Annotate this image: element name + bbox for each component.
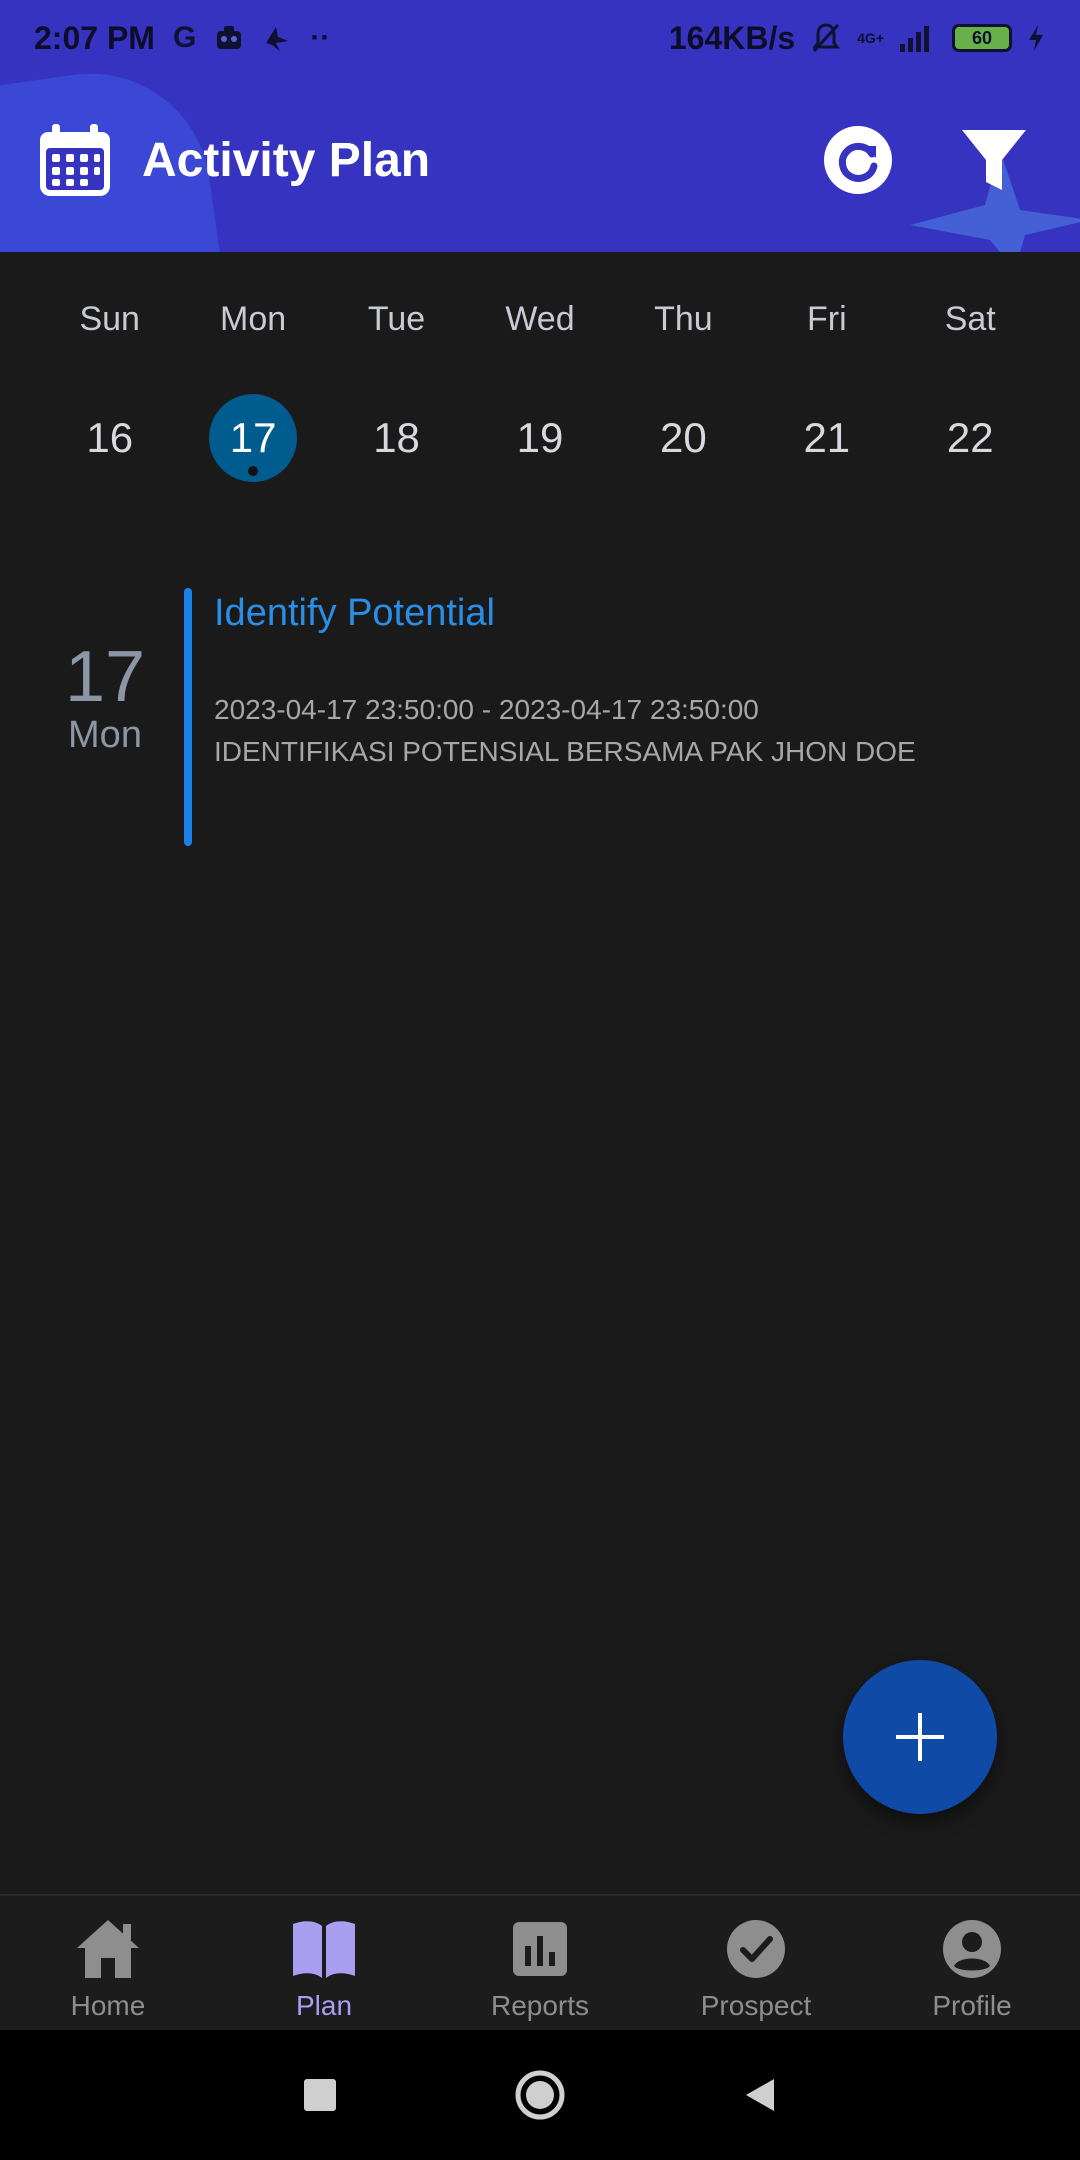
charging-icon xyxy=(1029,25,1043,51)
mute-bell-icon xyxy=(812,23,841,53)
date-row: 16 17 18 19 20 21 22 xyxy=(0,394,1080,482)
app-bar: Activity Plan xyxy=(0,100,1080,220)
header: 2:07 PM G ·· 164KB/s 4G+ 60 Activity Pla… xyxy=(0,0,1080,252)
calendar-icon xyxy=(40,124,110,196)
date-cell[interactable]: 20 xyxy=(639,394,727,482)
bar-chart-icon xyxy=(513,1922,567,1976)
account-circle-icon xyxy=(943,1920,1001,1978)
bottom-navigation: Home Plan Reports Prospect Profile xyxy=(0,1894,1080,2032)
battery-level: 60 xyxy=(971,27,993,48)
book-icon xyxy=(293,1921,355,1978)
nav-item-reports[interactable]: Reports xyxy=(440,1896,640,2022)
back-button[interactable] xyxy=(730,2065,790,2125)
system-navigation-bar xyxy=(0,2030,1080,2160)
weekday-label: Wed xyxy=(505,300,575,338)
weekday-label: Thu xyxy=(654,300,713,338)
date-cell-selected[interactable]: 17 xyxy=(209,394,298,482)
google-g-icon: G xyxy=(172,21,197,54)
status-bar: 2:07 PM G ·· 164KB/s 4G+ 60 xyxy=(0,0,1080,76)
network-type: 4G+ xyxy=(857,30,884,46)
check-circle-icon xyxy=(727,1920,785,1978)
nav-label: Prospect xyxy=(700,1990,812,2021)
date-cell[interactable]: 16 xyxy=(66,394,154,482)
robot-app-icon xyxy=(217,26,242,49)
filter-icon xyxy=(962,130,1026,190)
activity-accent-bar xyxy=(184,588,192,846)
plus-icon xyxy=(896,1713,944,1761)
weekday-label: Tue xyxy=(367,300,426,338)
weekday-header: Sun Mon Tue Wed Thu Fri Sat xyxy=(0,300,1080,344)
weekday-label: Sat xyxy=(944,300,996,338)
nav-label: Plan xyxy=(295,1990,353,2021)
nav-item-prospect[interactable]: Prospect xyxy=(656,1896,856,2022)
nav-label: Profile xyxy=(932,1990,1012,2021)
nav-item-home[interactable]: Home xyxy=(8,1896,208,2022)
add-activity-button[interactable] xyxy=(843,1660,997,1814)
date-cell[interactable]: 22 xyxy=(926,394,1014,482)
date-cell[interactable]: 21 xyxy=(783,394,871,482)
network-speed: 164KB/s xyxy=(668,19,796,56)
activity-description: IDENTIFIKASI POTENSIAL BERSAMA PAK JHON … xyxy=(214,736,916,767)
week-calendar: Sun Mon Tue Wed Thu Fri Sat 16 17 18 19 … xyxy=(0,300,1080,482)
weekday-label: Mon xyxy=(220,300,287,338)
status-time: 2:07 PM xyxy=(34,19,155,56)
refresh-button[interactable] xyxy=(820,122,896,198)
weekday-label: Fri xyxy=(806,300,847,338)
nav-item-profile[interactable]: Profile xyxy=(872,1896,1072,2022)
date-cell[interactable]: 18 xyxy=(353,394,441,482)
activity-date: 17 Mon xyxy=(40,640,170,757)
nav-item-plan[interactable]: Plan xyxy=(224,1896,424,2022)
page-title: Activity Plan xyxy=(142,133,431,187)
refresh-icon xyxy=(824,126,892,194)
recents-button[interactable] xyxy=(290,2065,350,2125)
nav-label: Home xyxy=(70,1990,146,2021)
bird-app-icon xyxy=(266,27,289,51)
recents-square-icon xyxy=(304,2079,336,2111)
back-triangle-icon xyxy=(746,2079,774,2111)
activity-item[interactable]: 17 Mon Identify Potential 2023-04-17 23:… xyxy=(0,588,1080,848)
home-system-button[interactable] xyxy=(510,2065,570,2125)
home-icon xyxy=(77,1920,139,1978)
activity-time-range: 2023-04-17 23:50:00 - 2023-04-17 23:50:0… xyxy=(214,694,759,725)
nav-label: Reports xyxy=(490,1990,590,2021)
weekday-label: Sun xyxy=(79,300,140,338)
signal-icon xyxy=(900,26,929,52)
activity-date-day: Mon xyxy=(68,714,142,756)
activity-title: Identify Potential xyxy=(214,592,495,634)
more-dots-icon: ·· xyxy=(310,21,331,54)
home-circle-icon xyxy=(515,2070,565,2120)
date-cell[interactable]: 19 xyxy=(496,394,584,482)
activity-date-number: 17 xyxy=(64,637,146,717)
filter-button[interactable] xyxy=(956,122,1032,198)
battery-icon: 60 xyxy=(952,24,1012,52)
